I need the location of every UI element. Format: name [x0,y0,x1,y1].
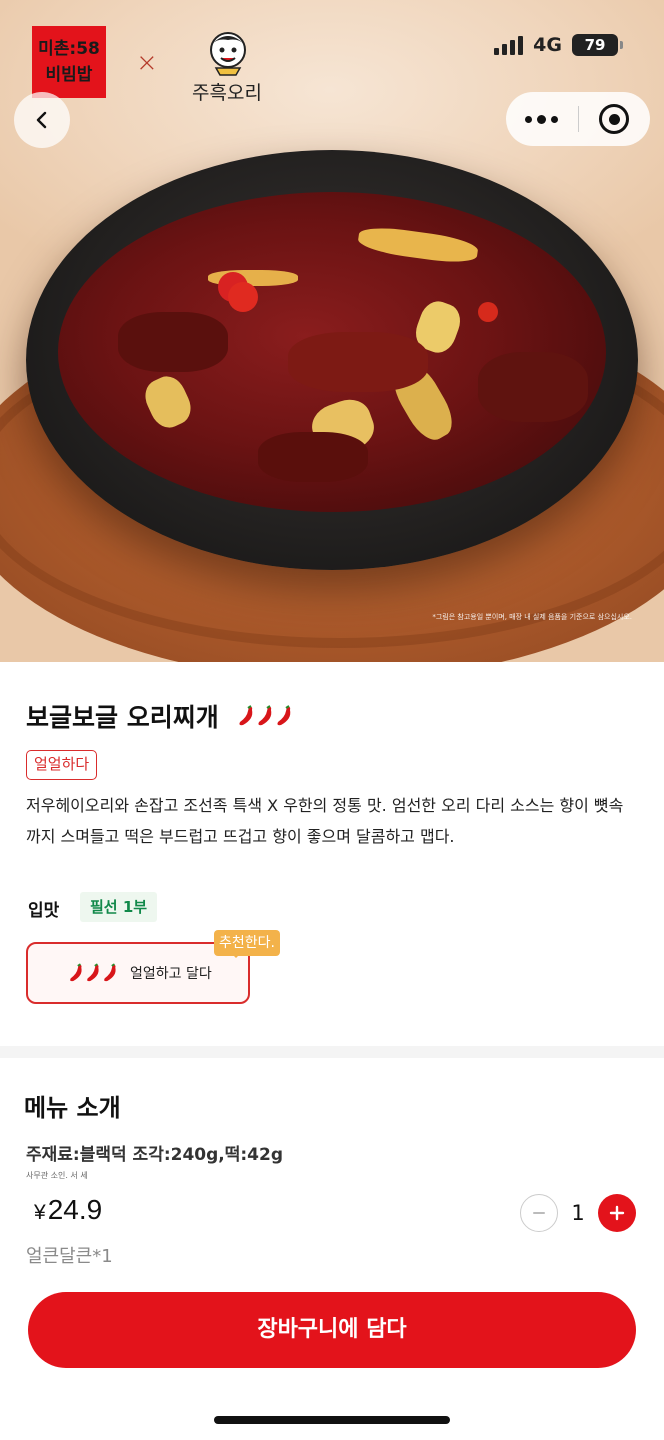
spice-level-icon [237,705,293,727]
section-divider [0,1046,664,1058]
selected-option-summary: 얼큰달큰*1 [26,1246,113,1267]
mascot-logo-icon [210,32,246,76]
menu-intro-title: 메뉴 소개 [24,1094,121,1122]
back-button[interactable] [14,92,70,148]
add-to-cart-button[interactable]: 장바구니에 담다 [28,1292,636,1368]
product-title: 보글보글 오리찌개 [26,703,219,732]
partner-name: 주흑오리 [192,82,262,104]
decrease-quantity-button[interactable] [520,1194,558,1232]
quantity-stepper: 1 [520,1194,636,1232]
hero-disclaimer: *그림은 참고용일 뿐이며, 매장 내 실제 음품을 기준으로 삼으십시오. [432,613,632,621]
target-icon [599,104,630,134]
spice-level-icon [68,963,118,983]
menu-ingredients: 주재료:블랙덕 조각:240g,떡:42g [26,1145,284,1165]
product-description: 저우헤이오리와 손잡고 조선족 특색 X 우한의 정통 맛. 엄선한 오리 다리… [26,796,624,846]
home-indicator[interactable] [214,1416,450,1424]
recommend-badge: 추천한다. [214,930,280,958]
price-value: 24.9 [47,1194,103,1225]
network-type: 4G [533,34,562,56]
currency-symbol: ¥ [34,1201,46,1224]
plus-icon [609,1205,625,1221]
minus-icon [533,1212,545,1214]
collab-brand-badge: 미촌:58 비빔밥 [32,26,106,98]
bottom-cart-bar: ¥24.9 1 얼큰달큰*1 장바구니에 담다 [0,1180,664,1440]
product-price: ¥24.9 [34,1194,102,1226]
option-group-label: 입맛 [28,901,60,921]
spicy-tag: 얼얼하다 [26,750,98,780]
increase-quantity-button[interactable] [598,1194,636,1232]
quantity-value: 1 [571,1201,585,1225]
signal-icon [494,35,524,55]
more-options-icon[interactable] [506,114,578,124]
status-bar: 4G 79 [494,34,623,56]
chevron-left-icon [36,111,47,129]
close-miniprogram-button[interactable] [579,104,651,134]
option-choice-label: 얼얼하고 달다 [130,966,212,982]
required-note: 필선 1부 [80,892,158,922]
battery-icon: 79 [572,34,623,56]
collab-separator: × [136,48,158,78]
product-info: 보글보글 오리찌개 얼얼하다 저우헤이오리와 손잡고 조선족 특색 X 우한의 … [0,662,664,1046]
miniprogram-capsule [506,92,650,146]
duck-stew [58,192,606,512]
